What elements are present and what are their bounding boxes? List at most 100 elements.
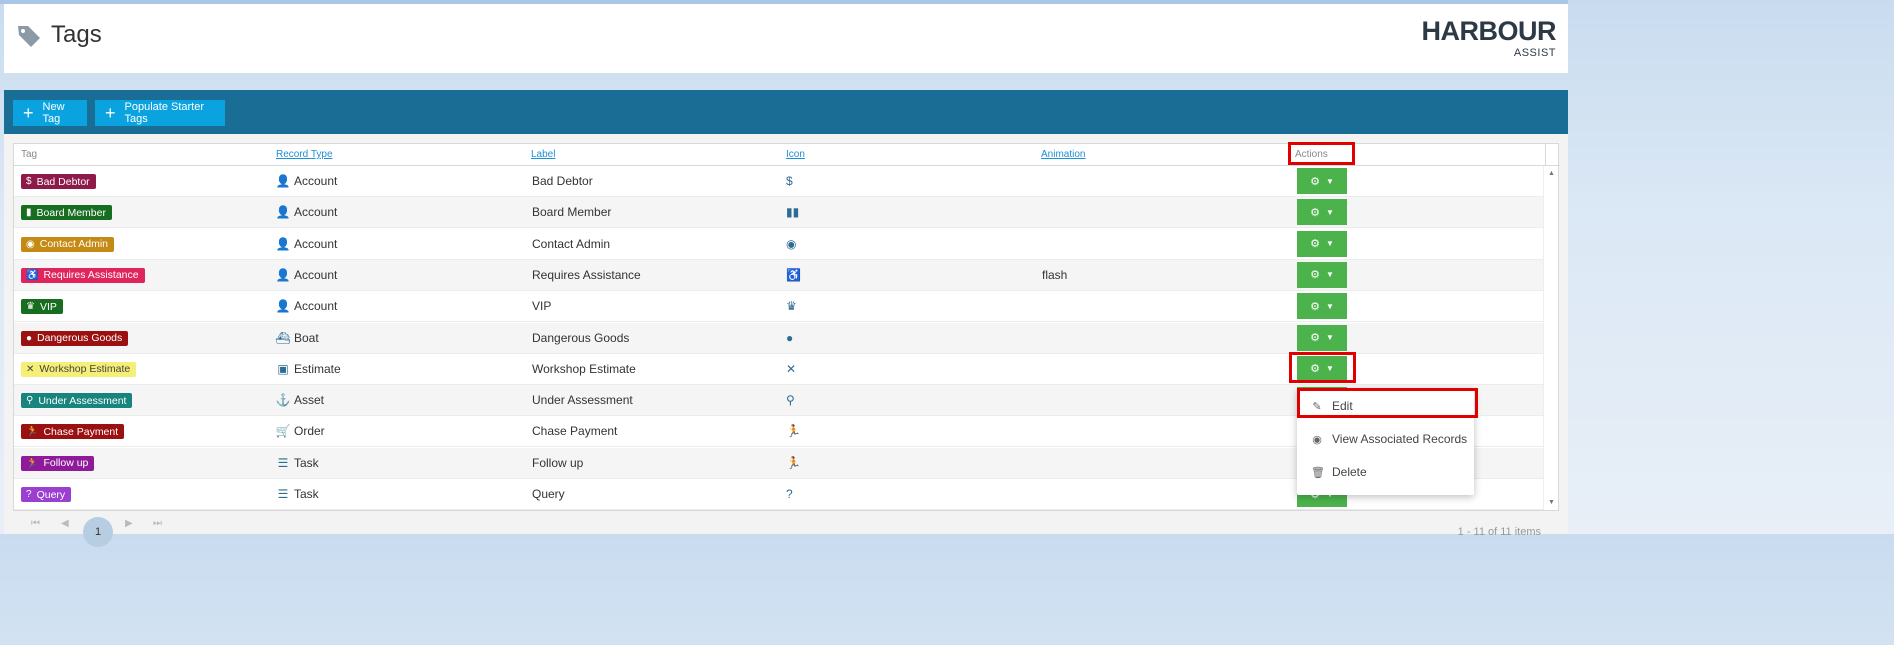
tag-label: Query xyxy=(36,488,66,501)
record-type-cell: ⚓ Asset xyxy=(276,393,324,407)
label-cell: VIP xyxy=(532,299,552,314)
user-icon: 👤 xyxy=(275,299,291,314)
tag-label: Contact Admin xyxy=(39,238,109,251)
new-tag-button[interactable]: + New Tag xyxy=(13,100,87,126)
record-type-cell: ▣ Estimate xyxy=(276,361,341,376)
header-tag: Tag xyxy=(21,149,38,160)
running-icon: 🏃 xyxy=(26,426,39,438)
record-type-cell: ☰ Task xyxy=(276,456,319,470)
crown-icon: ♛ xyxy=(786,299,797,314)
tools-icon: ✕ xyxy=(786,361,797,376)
header-icon[interactable]: Icon xyxy=(786,149,805,160)
tag-badge: ◉ Contact Admin xyxy=(21,236,115,252)
record-type-cell: 👤 Account xyxy=(275,174,338,188)
animation-cell: flash xyxy=(1042,267,1068,282)
gears-icon: ⚙ xyxy=(1310,300,1320,313)
trash-icon: 🗑 xyxy=(1311,466,1325,479)
first-page-icon[interactable]: ⏮ xyxy=(31,518,40,529)
tag-badge: $ Bad Debtor xyxy=(21,174,96,189)
next-page-icon[interactable]: ▶ xyxy=(125,518,133,529)
tasks-icon: ☰ xyxy=(277,455,289,470)
caret-down-icon: ▼ xyxy=(1325,270,1334,280)
toolbar: + New Tag + Populate Starter Tags xyxy=(4,90,1568,134)
prev-page-icon[interactable]: ◀ xyxy=(61,518,69,529)
record-type-text: Account xyxy=(294,299,338,314)
anchor-icon: ⚓ xyxy=(275,393,291,408)
record-type-cell: 👤 Account xyxy=(275,267,338,282)
record-type-text: Order xyxy=(294,424,325,439)
table-row[interactable]: $ Bad Debtor 👤 Account Bad Debtor $ ⚙ ▼ xyxy=(14,166,1544,197)
menu-item-delete[interactable]: 🗑 Delete xyxy=(1311,465,1367,479)
current-page[interactable]: 1 xyxy=(83,517,113,547)
logo-sub: ASSIST xyxy=(1513,47,1556,59)
gears-icon: ⚙ xyxy=(1310,238,1320,251)
menu-item-view-associated-records[interactable]: ◉ View Associated Records xyxy=(1311,432,1467,446)
gears-icon: ⚙ xyxy=(1310,206,1320,219)
bomb-icon: ● xyxy=(786,330,794,345)
tag-badge: ▮ Board Member xyxy=(21,205,112,221)
table-row[interactable]: ● Dangerous Goods ⛴ Boat Dangerous Goods ● ⚙ ▼ xyxy=(14,322,1544,354)
crown-icon: ♛ xyxy=(26,301,35,313)
page-title: Tags xyxy=(51,21,102,48)
record-type-text: Task xyxy=(294,455,319,470)
label-cell: Board Member xyxy=(532,205,612,220)
scroll-down-icon[interactable]: ▼ xyxy=(1548,499,1555,506)
record-type-text: Account xyxy=(294,267,338,282)
running-icon: 🏃 xyxy=(26,457,39,469)
label-cell: Query xyxy=(532,487,565,501)
wheelchair-icon: ♿ xyxy=(26,269,39,281)
user-icon: 👤 xyxy=(275,174,291,188)
label-cell: Chase Payment xyxy=(532,424,618,439)
table-row[interactable]: ▮ Board Member 👤 Account Board Member ▮▮ ⚙ ▼ xyxy=(14,197,1544,229)
pager-info: 1 - 11 of 11 items xyxy=(1457,526,1541,538)
record-type-cell: ☰ Task xyxy=(276,487,319,501)
caret-down-icon: ▼ xyxy=(1325,333,1334,342)
record-type-cell: 👤 Account xyxy=(276,237,338,251)
header-animation[interactable]: Animation xyxy=(1041,149,1085,160)
boat-icon: ⛴ xyxy=(275,330,291,345)
table-row[interactable]: ◉ Contact Admin 👤 Account Contact Admin ◉ ⚙ ▼ xyxy=(14,229,1544,260)
running-icon: 🏃 xyxy=(786,455,801,470)
record-type-text: Task xyxy=(294,487,319,501)
row-actions-button[interactable]: ⚙▼ xyxy=(1297,168,1347,194)
harbour-assist-logo: HARBOUR ASSIST xyxy=(1416,16,1557,60)
highlight-action-button xyxy=(1289,352,1356,383)
header-label[interactable]: Label xyxy=(531,149,555,160)
label-cell: Contact Admin xyxy=(532,236,611,251)
wheelchair-icon: ♿ xyxy=(786,267,801,282)
tag-badge: 🏃 Chase Payment xyxy=(21,424,125,440)
label-cell: Workshop Estimate xyxy=(532,361,636,376)
row-actions-button[interactable]: ⚙▼ xyxy=(1297,261,1347,288)
last-page-icon[interactable]: ⏭ xyxy=(153,518,162,529)
bomb-icon: ● xyxy=(26,332,33,344)
gears-icon: ⚙ xyxy=(1310,269,1320,282)
row-actions-button[interactable]: ⚙▼ xyxy=(1297,230,1347,257)
label-cell: Dangerous Goods xyxy=(532,330,630,345)
record-type-cell: 👤 Account xyxy=(275,299,338,314)
tag-label: Chase Payment xyxy=(43,425,119,438)
header-record-type[interactable]: Record Type xyxy=(276,149,333,160)
table-row[interactable]: ♿ Requires Assistance 👤 Account Requires Ass… xyxy=(14,259,1544,291)
row-actions-button[interactable]: ⚙▼ xyxy=(1297,199,1347,226)
cart-icon: 🛒 xyxy=(275,424,291,439)
tag-badge: ✕ Workshop Estimate xyxy=(21,361,137,377)
vertical-scrollbar[interactable]: ▲ ▼ xyxy=(1543,166,1558,510)
row-actions-button[interactable]: ⚙▼ xyxy=(1297,324,1347,351)
tag-badge: ♿ Requires Assistance xyxy=(21,267,145,283)
question-circle-icon: ? xyxy=(26,489,32,500)
people-group-icon: ▮▮ xyxy=(786,205,800,220)
populate-starter-tags-button[interactable]: + Populate Starter Tags xyxy=(95,100,225,126)
plus-icon: + xyxy=(23,103,34,123)
scroll-up-icon[interactable]: ▲ xyxy=(1548,170,1555,177)
user-icon: 👤 xyxy=(275,205,291,220)
table-row[interactable]: ♛ VIP 👤 Account VIP ♛ ⚙ ▼ xyxy=(14,291,1544,323)
header-scroll-cap xyxy=(1545,144,1560,166)
tag-icon xyxy=(18,26,40,47)
row-actions-button[interactable]: ⚙▼ xyxy=(1297,293,1347,320)
label-cell: Under Assessment xyxy=(532,393,633,408)
user-icon: 👤 xyxy=(275,267,291,282)
record-type-text: Account xyxy=(294,174,338,188)
record-type-text: Estimate xyxy=(294,361,341,376)
label-cell: Follow up xyxy=(532,455,584,470)
tag-badge: ♛ VIP xyxy=(21,299,63,315)
